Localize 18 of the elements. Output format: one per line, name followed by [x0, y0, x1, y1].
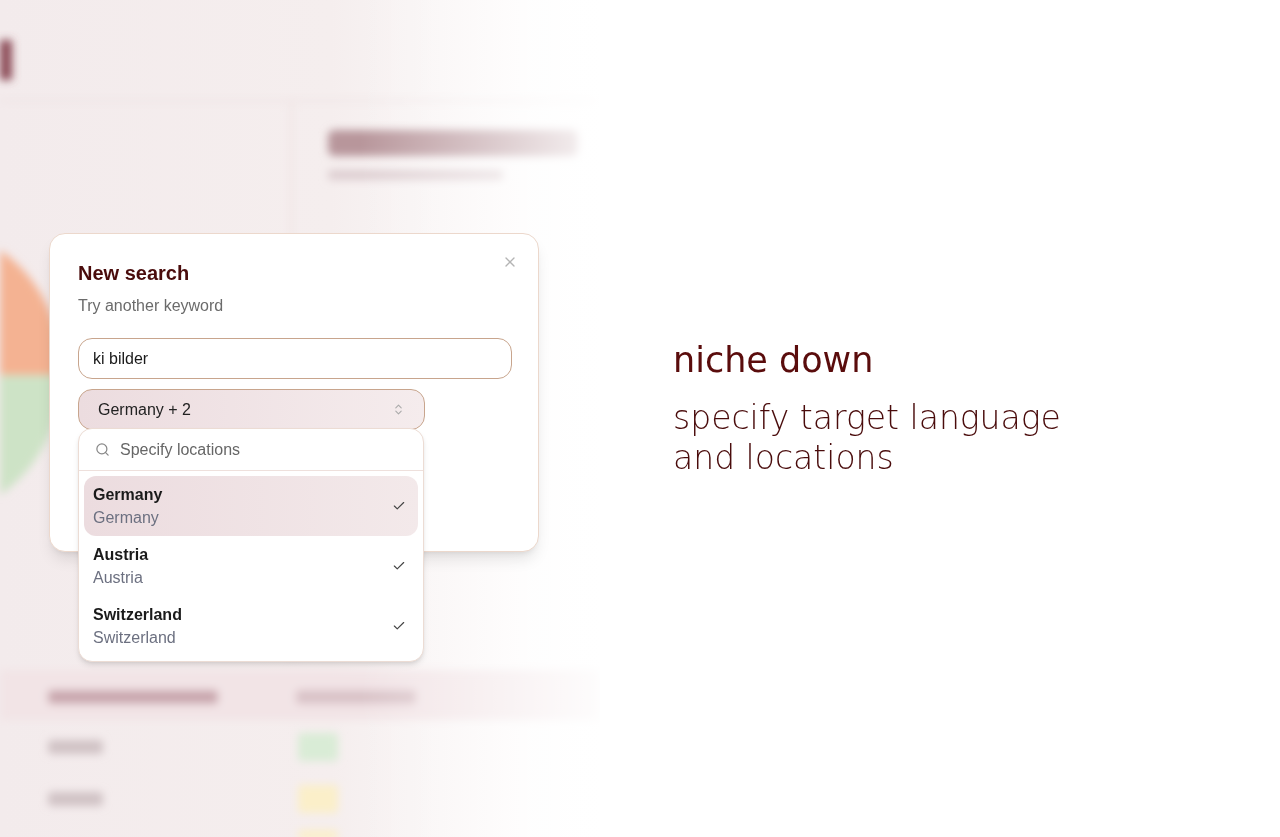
dialog-subtitle: Try another keyword	[78, 296, 225, 316]
location-option[interactable]: Austria Austria	[84, 536, 418, 596]
dialog-title: New search	[78, 261, 191, 286]
keyword-field[interactable]: ki bilder	[78, 338, 512, 379]
option-detail: Germany	[93, 508, 160, 528]
chevrons-icon	[392, 403, 405, 416]
option-detail: Austria	[93, 568, 144, 588]
search-icon	[95, 442, 110, 457]
caption-title: niche down	[673, 339, 875, 382]
option-name: Germany	[93, 485, 163, 505]
option-name: Switzerland	[93, 605, 182, 625]
caption-body: specify target language and locations	[673, 398, 1062, 478]
location-search-field[interactable]: Specify locations	[120, 437, 407, 462]
option-name: Austria	[93, 545, 149, 565]
location-option[interactable]: Germany Germany	[84, 476, 418, 536]
option-detail: Switzerland	[93, 628, 177, 648]
location-select[interactable]: Germany + 2	[78, 389, 425, 430]
location-option[interactable]: Switzerland Switzerland	[84, 596, 418, 656]
